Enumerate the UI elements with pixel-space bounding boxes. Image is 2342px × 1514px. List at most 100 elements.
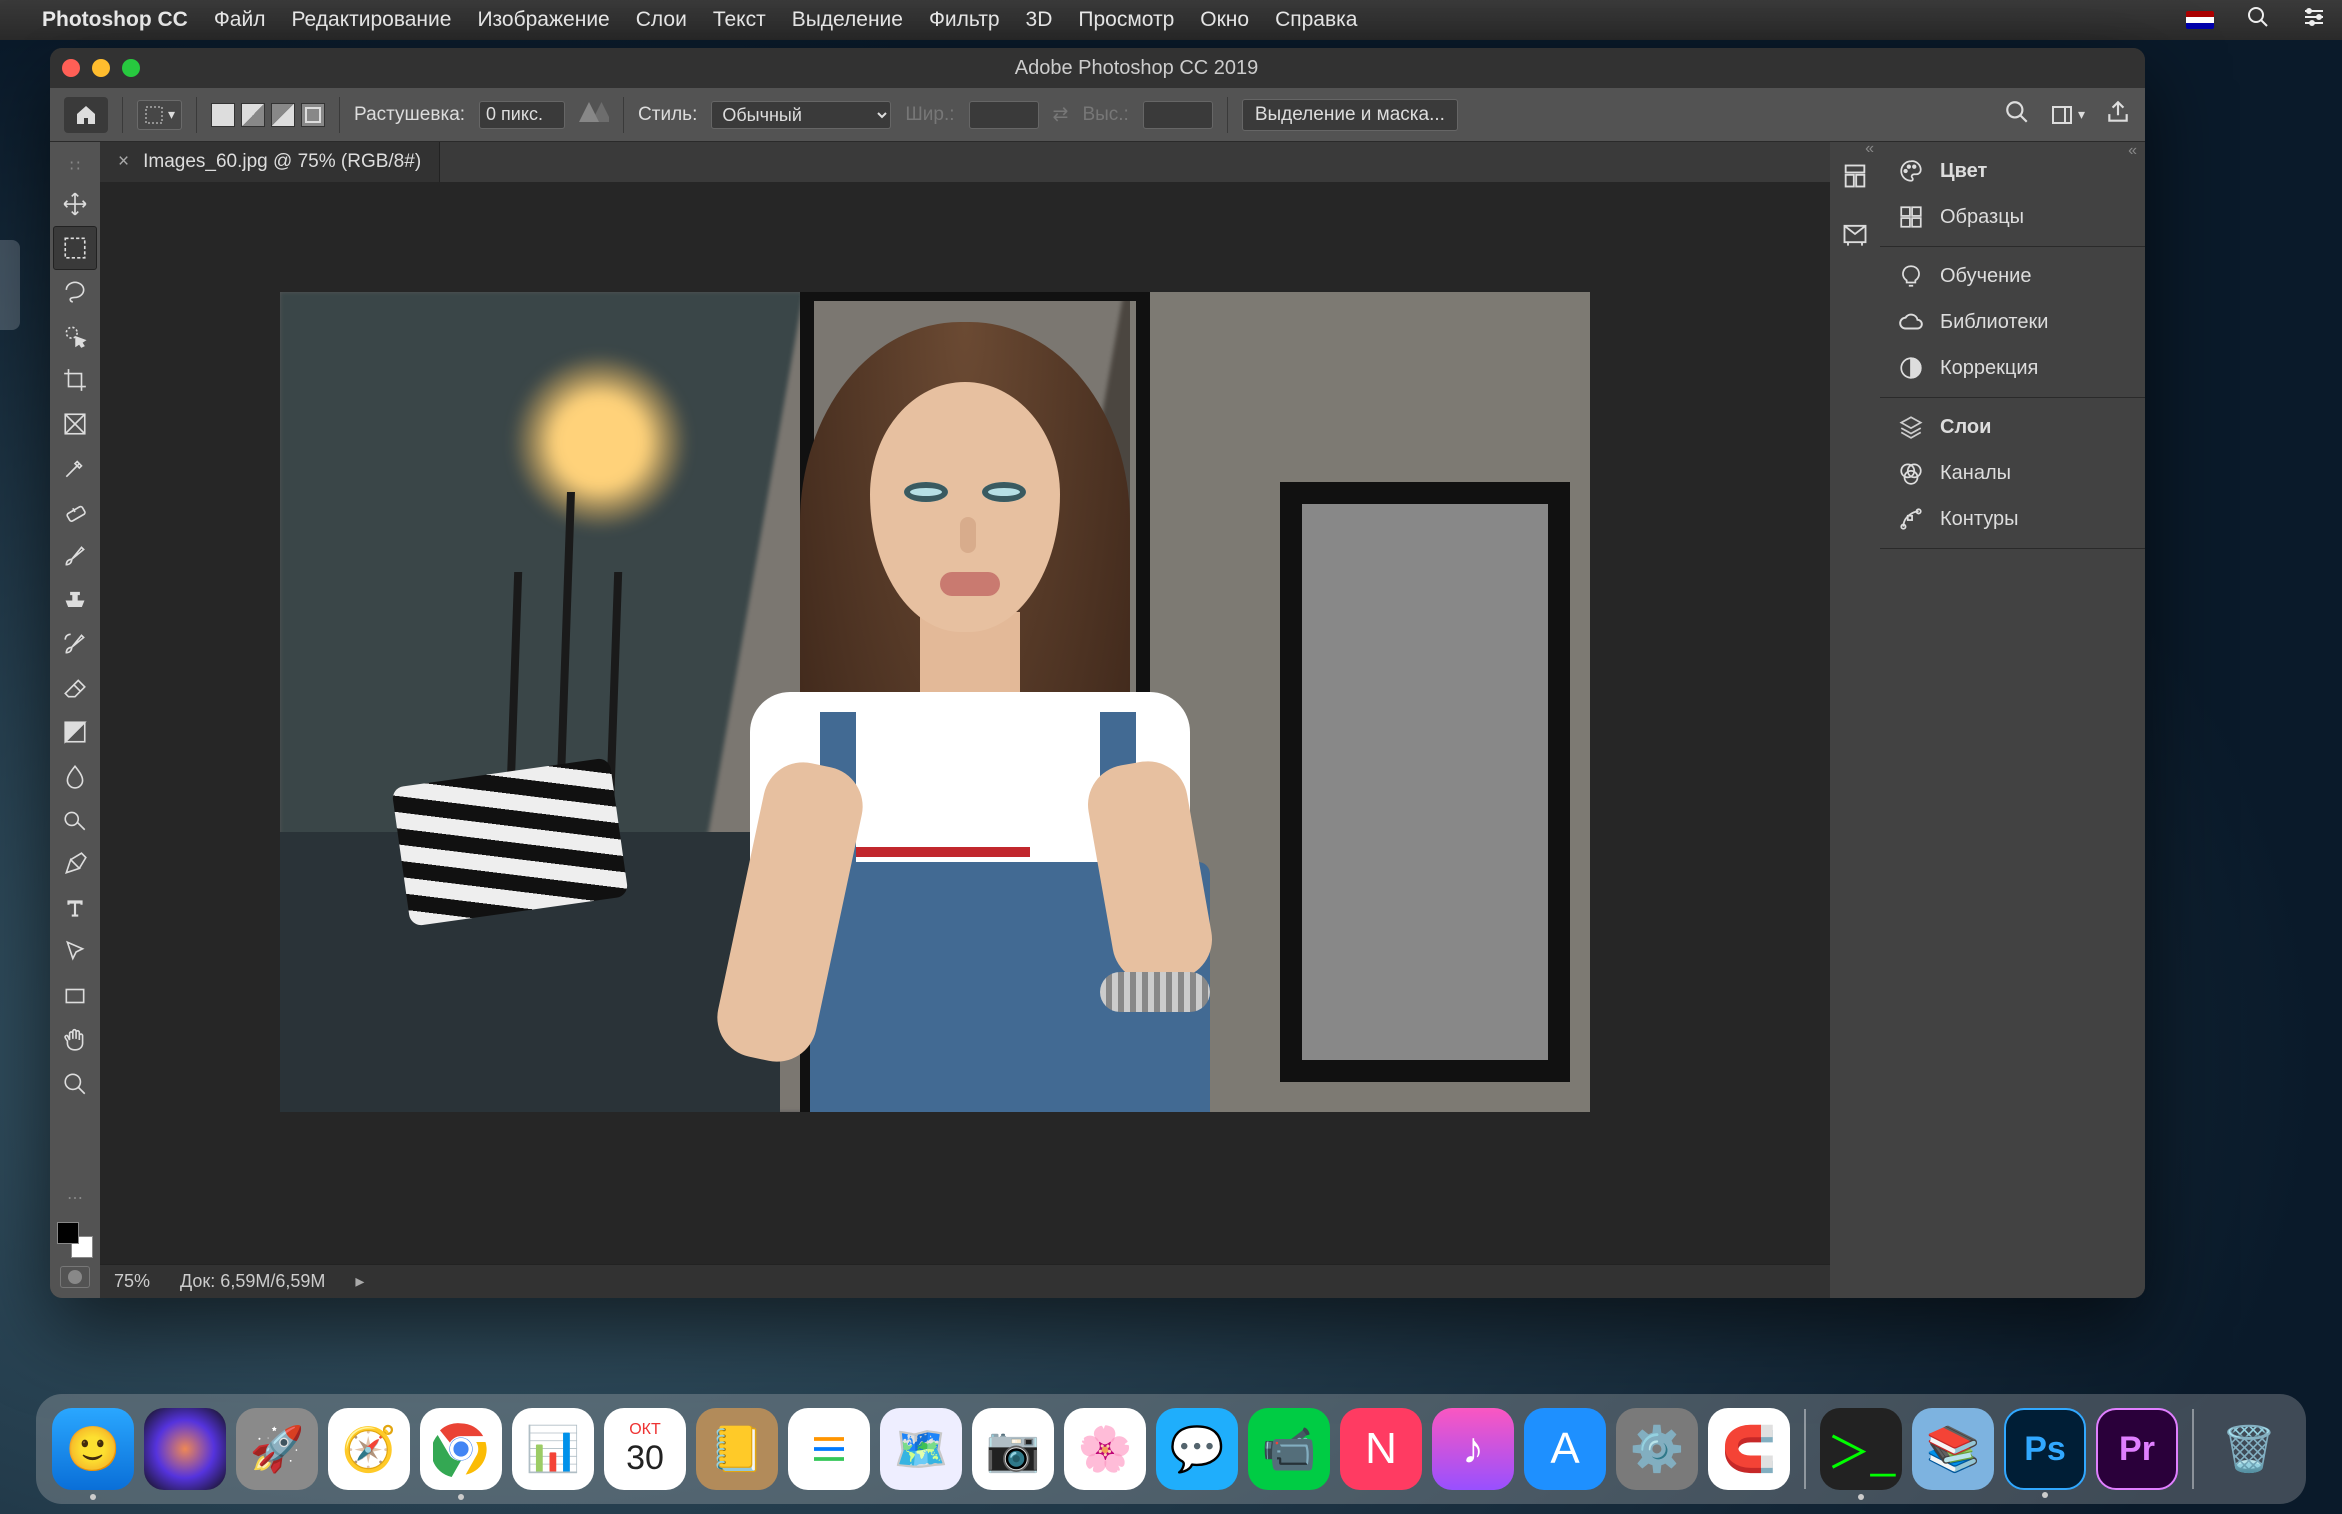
dock-finder[interactable]: 🙂 (52, 1408, 134, 1490)
selection-new-icon[interactable] (211, 103, 235, 127)
window-minimize-button[interactable] (92, 59, 110, 77)
crop-tool[interactable] (53, 358, 97, 402)
quick-select-tool[interactable] (53, 314, 97, 358)
menu-filter[interactable]: Фильтр (929, 8, 1000, 32)
dock-facetime[interactable]: 📹 (1248, 1408, 1330, 1490)
share-icon[interactable] (2105, 99, 2131, 131)
edit-toolbar-icon[interactable]: ⋯ (61, 1182, 89, 1214)
workspace-switcher-icon[interactable]: ▾ (2050, 103, 2085, 127)
dock-messages[interactable]: 💬 (1156, 1408, 1238, 1490)
panel-adjustments[interactable]: Коррекция (1880, 345, 2145, 391)
document-image[interactable]: REAME (280, 292, 1590, 1112)
control-center-icon[interactable] (2302, 5, 2326, 35)
move-tool[interactable] (53, 182, 97, 226)
menu-help[interactable]: Справка (1275, 8, 1357, 32)
dock-safari[interactable]: 🧭 (328, 1408, 410, 1490)
eraser-tool[interactable] (53, 666, 97, 710)
brush-tool[interactable] (53, 534, 97, 578)
dock-folder[interactable]: 📚 (1912, 1408, 1994, 1490)
clone-stamp-tool[interactable] (53, 578, 97, 622)
desktop-widget[interactable] (0, 240, 20, 330)
collapse-panels-icon[interactable]: « (2128, 142, 2137, 160)
window-zoom-button[interactable] (122, 59, 140, 77)
collapse-dock-icon[interactable]: « (1865, 140, 1874, 158)
document-tab[interactable]: × Images_60.jpg @ 75% (RGB/8#) (100, 142, 440, 182)
status-flyout-icon[interactable]: ▸ (355, 1271, 364, 1292)
path-select-tool[interactable] (53, 930, 97, 974)
dock-music[interactable]: ♪ (1432, 1408, 1514, 1490)
doc-size-label[interactable]: Док: 6,59M/6,59M (180, 1271, 325, 1292)
panel-paths[interactable]: Контуры (1880, 496, 2145, 542)
blur-tool[interactable] (53, 754, 97, 798)
pen-tool[interactable] (53, 842, 97, 886)
current-tool-indicator[interactable]: ▾ (137, 100, 182, 130)
selection-intersect-icon[interactable] (301, 103, 325, 127)
selection-subtract-icon[interactable] (271, 103, 295, 127)
antialias-icon[interactable] (579, 102, 609, 128)
hand-tool[interactable] (53, 1018, 97, 1062)
dock-terminal[interactable]: ＞_ (1820, 1408, 1902, 1490)
style-select[interactable]: Обычный (711, 101, 891, 129)
menu-view[interactable]: Просмотр (1078, 8, 1174, 32)
rectangle-tool[interactable] (53, 974, 97, 1018)
dock-photoshop[interactable]: Ps (2004, 1408, 2086, 1490)
panel-learn[interactable]: Обучение (1880, 253, 2145, 299)
dock-reminders[interactable] (788, 1408, 870, 1490)
frame-tool[interactable] (53, 402, 97, 446)
dock-numbers[interactable]: 📊 (512, 1408, 594, 1490)
panel-channels[interactable]: Каналы (1880, 450, 2145, 496)
history-panel-icon[interactable] (1841, 162, 1869, 196)
dock-contacts[interactable]: 📒 (696, 1408, 778, 1490)
canvas[interactable]: REAME (100, 182, 1830, 1264)
eyedropper-tool[interactable] (53, 446, 97, 490)
menu-select[interactable]: Выделение (792, 8, 903, 32)
quick-mask-toggle[interactable] (60, 1266, 90, 1288)
gradient-tool[interactable] (53, 710, 97, 754)
input-source-icon[interactable] (2186, 11, 2214, 29)
dock-photobooth[interactable]: 📷 (972, 1408, 1054, 1490)
dock-news[interactable]: N (1340, 1408, 1422, 1490)
window-close-button[interactable] (62, 59, 80, 77)
dock-siri[interactable] (144, 1408, 226, 1490)
menu-window[interactable]: Окно (1200, 8, 1249, 32)
app-menu[interactable]: Photoshop CC (42, 8, 188, 32)
zoom-tool[interactable] (53, 1062, 97, 1106)
home-button[interactable] (64, 97, 108, 133)
menu-type[interactable]: Текст (713, 8, 766, 32)
dock-chrome[interactable] (420, 1408, 502, 1490)
dock-magnet[interactable]: 🧲 (1708, 1408, 1790, 1490)
dock-photos[interactable]: 🌸 (1064, 1408, 1146, 1490)
menu-image[interactable]: Изображение (477, 8, 609, 32)
selection-add-icon[interactable] (241, 103, 265, 127)
healing-brush-tool[interactable] (53, 490, 97, 534)
marquee-tool[interactable] (53, 226, 97, 270)
panel-libraries[interactable]: Библиотеки (1880, 299, 2145, 345)
toolbox-grip-icon[interactable]: ∷ (64, 150, 86, 182)
foreground-background-swatch[interactable] (57, 1222, 93, 1258)
menu-edit[interactable]: Редактирование (291, 8, 451, 32)
dock-appstore[interactable]: A (1524, 1408, 1606, 1490)
panel-layers[interactable]: Слои (1880, 404, 2145, 450)
lasso-tool[interactable] (53, 270, 97, 314)
panel-swatches[interactable]: Образцы (1880, 194, 2145, 240)
close-tab-icon[interactable]: × (118, 151, 129, 173)
dock-launchpad[interactable]: 🚀 (236, 1408, 318, 1490)
menu-3d[interactable]: 3D (1026, 8, 1053, 32)
dodge-tool[interactable] (53, 798, 97, 842)
menu-file[interactable]: Файл (214, 8, 266, 32)
type-tool[interactable] (53, 886, 97, 930)
dock-trash[interactable]: 🗑️ (2208, 1408, 2290, 1490)
zoom-level[interactable]: 75% (114, 1271, 150, 1292)
dock-calendar[interactable]: ОКТ30 (604, 1408, 686, 1490)
dock-maps[interactable]: 🗺️ (880, 1408, 962, 1490)
spotlight-icon[interactable] (2246, 5, 2270, 35)
menu-layers[interactable]: Слои (636, 8, 687, 32)
dock-system-prefs[interactable]: ⚙️ (1616, 1408, 1698, 1490)
dock-premiere[interactable]: Pr (2096, 1408, 2178, 1490)
select-and-mask-button[interactable]: Выделение и маска... (1242, 99, 1458, 131)
panel-color[interactable]: Цвет (1880, 148, 2145, 194)
history-brush-tool[interactable] (53, 622, 97, 666)
window-titlebar[interactable]: Adobe Photoshop CC 2019 (50, 48, 2145, 88)
properties-panel-icon[interactable] (1841, 220, 1869, 254)
search-icon[interactable] (2004, 99, 2030, 131)
